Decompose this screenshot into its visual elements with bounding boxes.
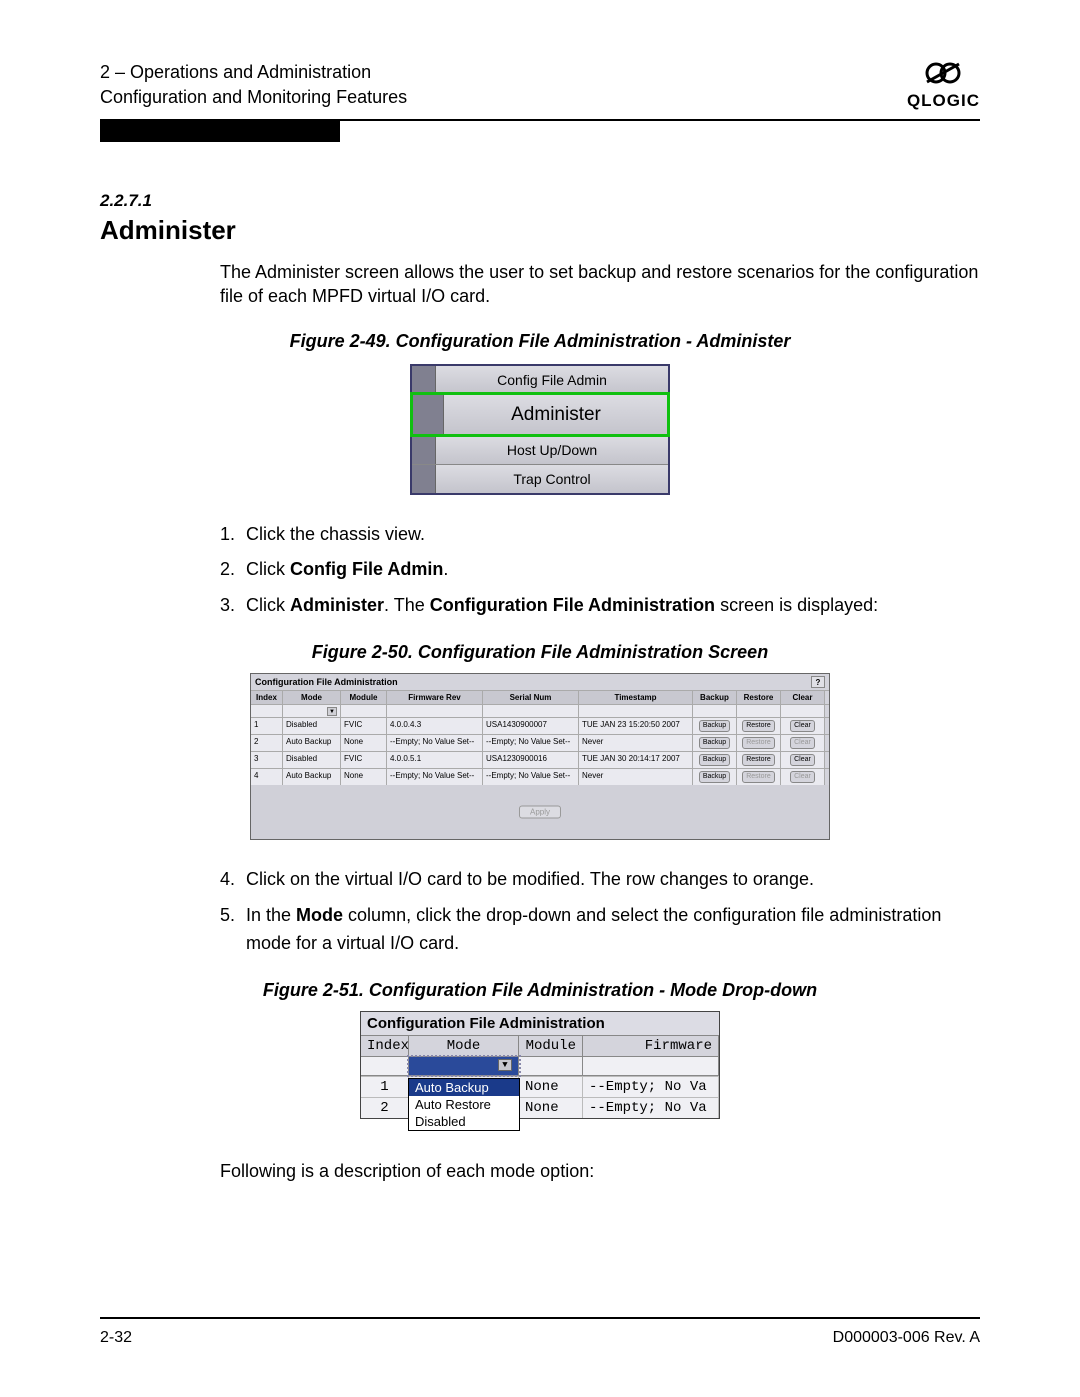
restore-button[interactable]: Restore: [742, 720, 775, 732]
chevron-down-icon[interactable]: ▼: [327, 707, 337, 716]
menu-item-administer[interactable]: Administer: [412, 394, 668, 435]
step-1: Click the chassis view.: [240, 521, 980, 549]
apply-button[interactable]: Apply: [519, 806, 561, 819]
dropdown-option-auto-backup[interactable]: Auto Backup: [409, 1079, 519, 1096]
dropdown-option-disabled[interactable]: Disabled: [409, 1113, 519, 1130]
table-filter-row[interactable]: ▼: [251, 704, 829, 717]
outro-paragraph: Following is a description of each mode …: [220, 1159, 980, 1183]
backup-button[interactable]: Backup: [699, 754, 730, 766]
help-button[interactable]: ?: [811, 676, 825, 688]
header-line-2: Configuration and Monitoring Features: [100, 85, 407, 110]
section-title: Administer: [100, 215, 980, 246]
table-row[interactable]: 3DisabledFVIC4.0.0.5.1USA1230900016TUE J…: [251, 751, 829, 768]
menu-item-host-updown[interactable]: Host Up/Down: [412, 435, 668, 464]
redaction-bar: [100, 120, 340, 142]
panel-title: Configuration File Administration: [361, 1012, 719, 1036]
intro-paragraph: The Administer screen allows the user to…: [220, 260, 980, 309]
header-line-1: 2 – Operations and Administration: [100, 60, 407, 85]
backup-button[interactable]: Backup: [699, 720, 730, 732]
figure-50-panel: Configuration File Administration ? Inde…: [250, 673, 830, 840]
mode-dropdown-cell[interactable]: ▼: [409, 1057, 519, 1075]
menu-handle-icon: [412, 366, 436, 394]
step-4: Click on the virtual I/O card to be modi…: [240, 866, 980, 894]
table-row[interactable]: 1DisabledFVIC4.0.0.4.3USA1430900007TUE J…: [251, 717, 829, 734]
clear-button[interactable]: Clear: [790, 754, 815, 766]
section-number: 2.2.7.1: [100, 191, 980, 211]
table-filter-row[interactable]: ▼: [361, 1057, 719, 1076]
backup-button[interactable]: Backup: [699, 771, 730, 783]
mode-dropdown-list[interactable]: Auto Backup Auto Restore Disabled: [408, 1078, 520, 1131]
chevron-down-icon[interactable]: ▼: [498, 1059, 512, 1071]
figure-51-caption: Figure 2-51. Configuration File Administ…: [100, 980, 980, 1001]
clear-button[interactable]: Clear: [790, 720, 815, 732]
figure-50-caption: Figure 2-50. Configuration File Administ…: [100, 642, 980, 663]
menu-handle-icon: [412, 395, 444, 435]
step-5: In the Mode column, click the drop-down …: [240, 902, 980, 958]
step-3: Click Administer. The Configuration File…: [240, 592, 980, 620]
menu-item-trap-control[interactable]: Trap Control: [412, 464, 668, 493]
restore-button[interactable]: Restore: [742, 737, 775, 749]
restore-button[interactable]: Restore: [742, 771, 775, 783]
backup-button[interactable]: Backup: [699, 737, 730, 749]
table-row[interactable]: 4Auto BackupNone--Empty; No Value Set---…: [251, 768, 829, 785]
dropdown-option-auto-restore[interactable]: Auto Restore: [409, 1096, 519, 1113]
clear-button[interactable]: Clear: [790, 771, 815, 783]
table-header-row: IndexModeModuleFirmware RevSerial NumTim…: [251, 690, 829, 704]
table-row[interactable]: 2Auto BackupNone--Empty; No Value Set---…: [251, 734, 829, 751]
figure-49-menu: Config File Admin Administer Host Up/Dow…: [410, 364, 670, 495]
page-number: 2-32: [100, 1329, 132, 1347]
menu-item-config-file-admin[interactable]: Config File Admin: [412, 366, 668, 394]
step-2: Click Config File Admin.: [240, 556, 980, 584]
panel-title: Configuration File Administration: [255, 677, 398, 687]
document-revision: D000003-006 Rev. A: [833, 1329, 980, 1347]
brand-logo: QLOGIC: [907, 60, 980, 111]
restore-button[interactable]: Restore: [742, 754, 775, 766]
figure-49-caption: Figure 2-49. Configuration File Administ…: [100, 331, 980, 352]
menu-handle-icon: [412, 436, 436, 464]
menu-handle-icon: [412, 465, 436, 493]
table-header-row: IndexModeModuleFirmware: [361, 1036, 719, 1057]
brand-text: QLOGIC: [907, 91, 980, 111]
clear-button[interactable]: Clear: [790, 737, 815, 749]
